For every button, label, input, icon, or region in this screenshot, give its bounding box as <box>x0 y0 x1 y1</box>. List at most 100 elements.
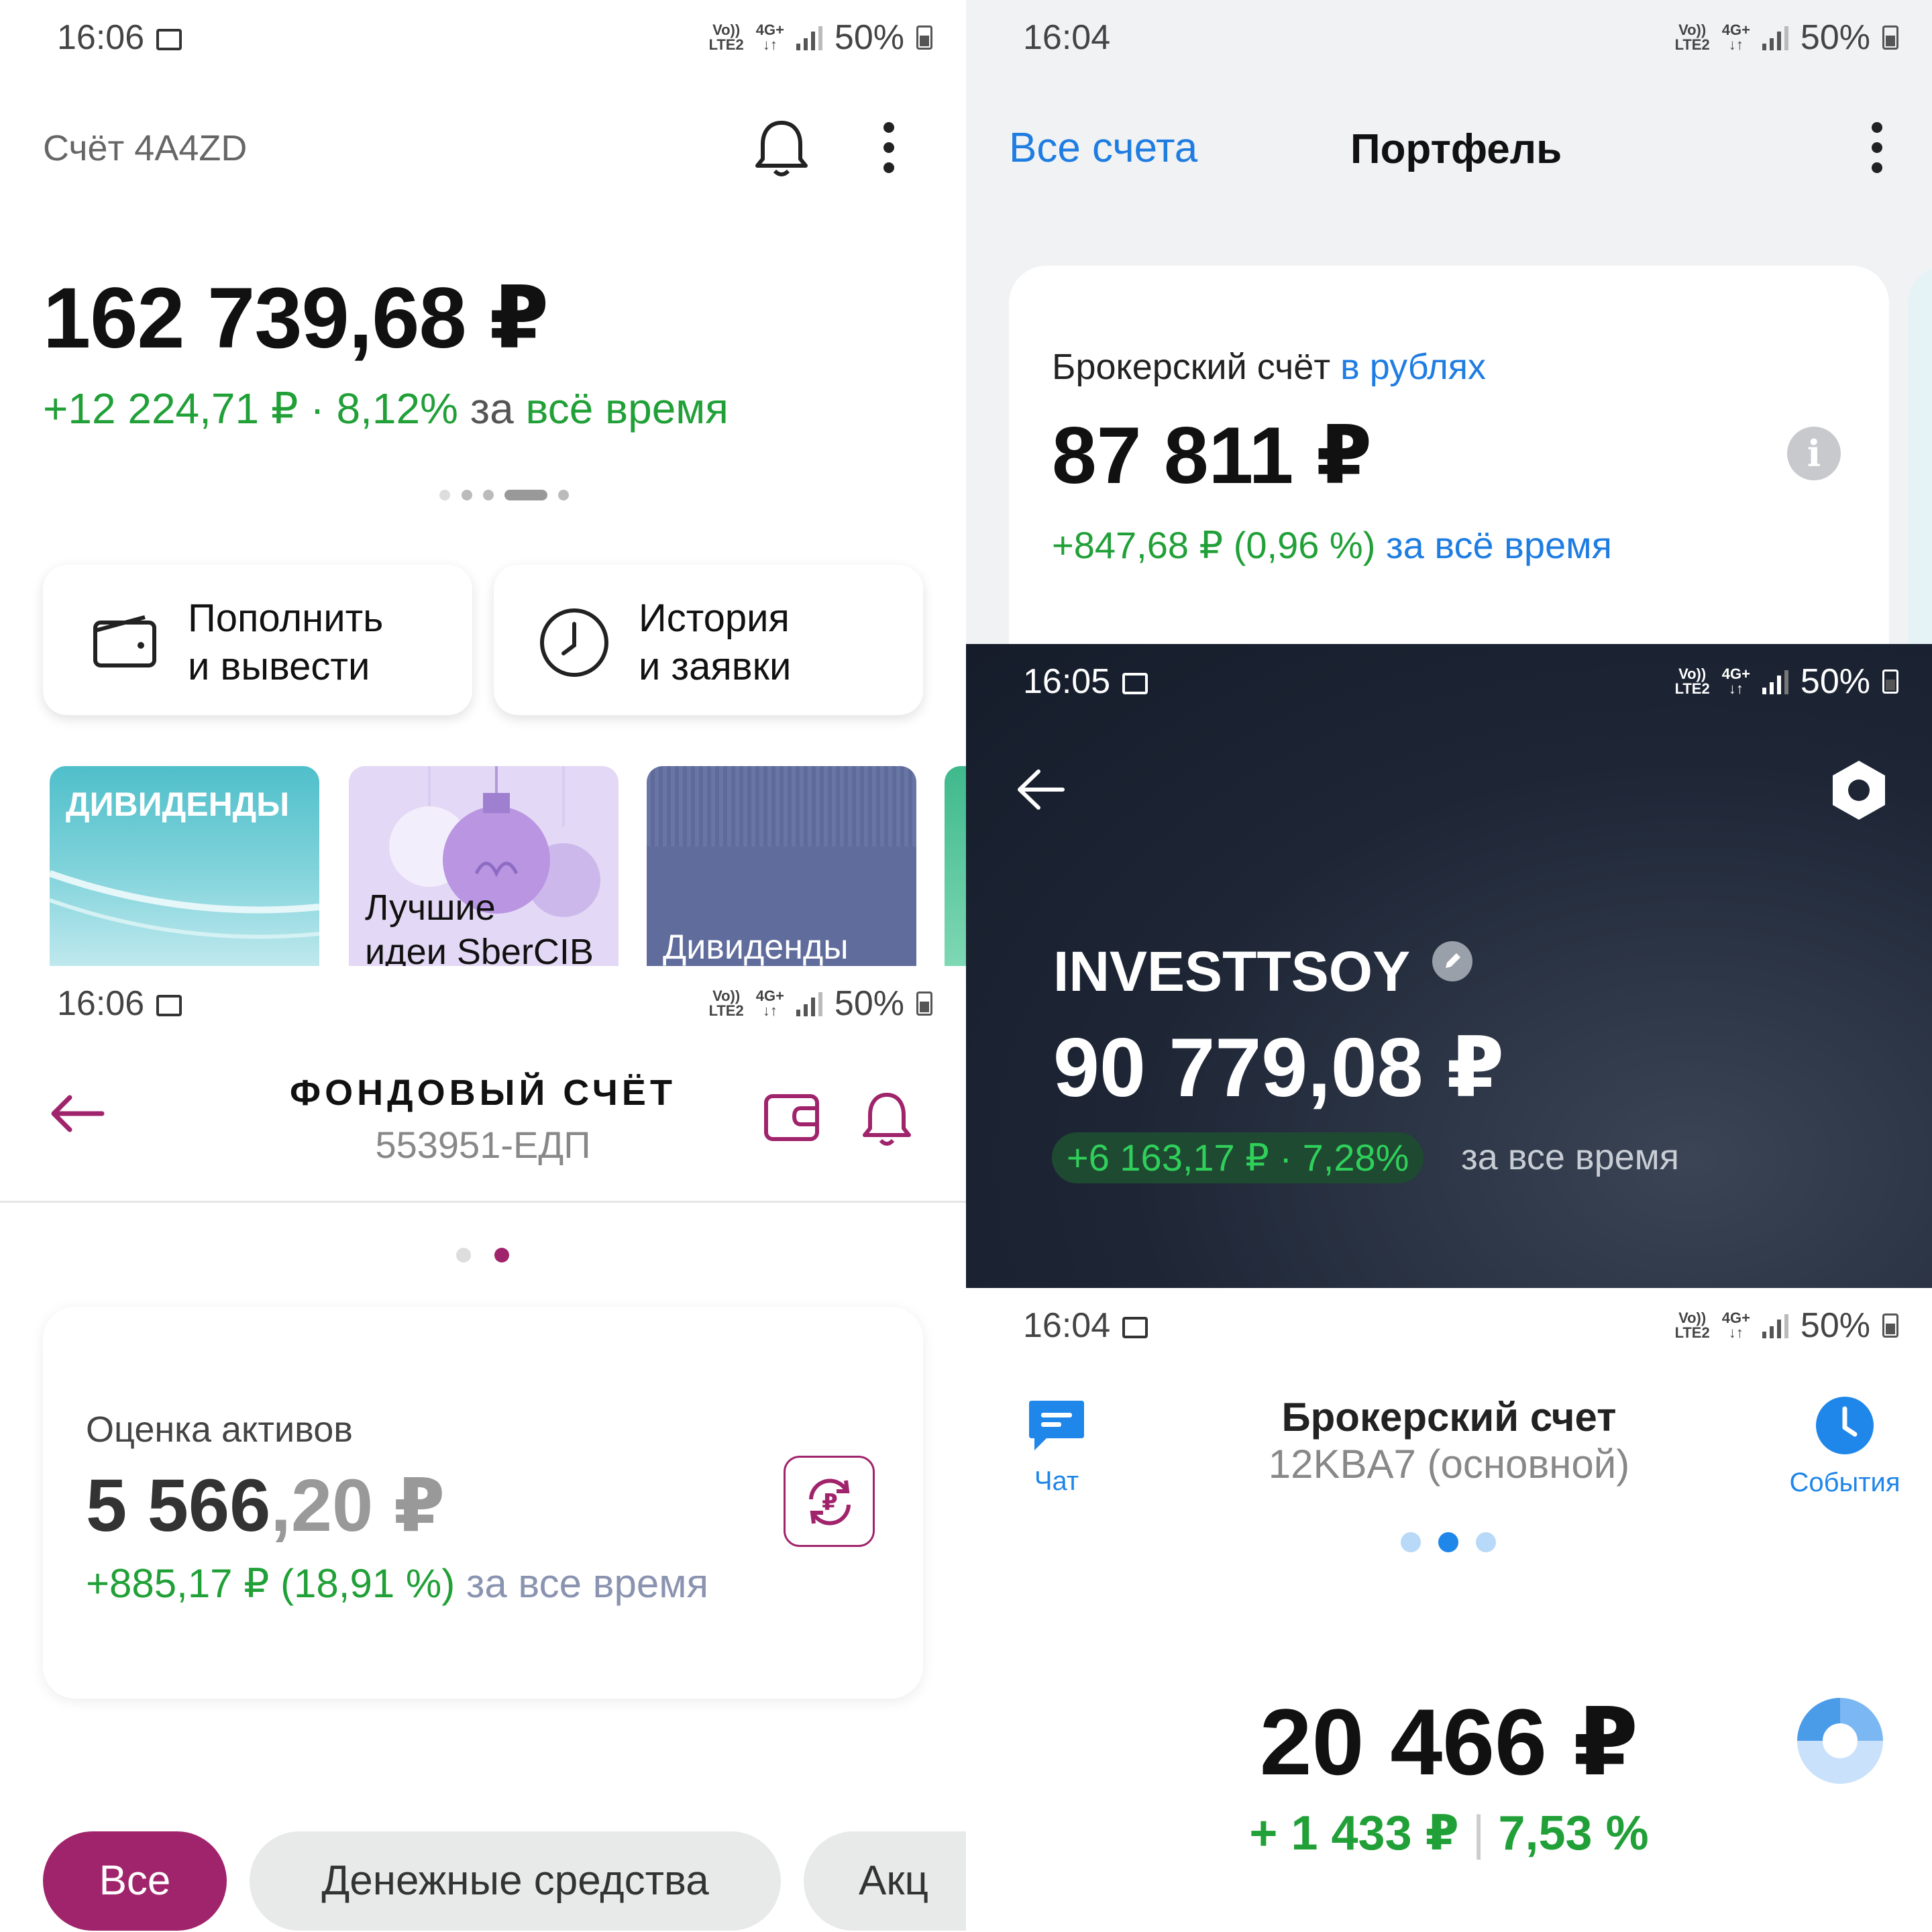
signal-icon <box>796 991 822 1016</box>
filter-chip-all[interactable]: Все <box>43 1831 227 1931</box>
change-separator: | <box>1472 1807 1485 1860</box>
volte-icon: Vo)) LTE2 <box>1674 1309 1710 1341</box>
chip-label: Акц <box>859 1858 928 1904</box>
change-abs: + 1 433 ₽ <box>1249 1807 1459 1860</box>
page-dot <box>462 490 472 500</box>
balance-change: +12 224,71 ₽ · 8,12% за всё время <box>43 384 729 434</box>
battery-percent: 50% <box>834 984 904 1023</box>
bell-icon[interactable] <box>755 117 808 178</box>
change-pct: 7,53 % <box>1498 1807 1649 1860</box>
story-best-ideas[interactable]: Лучшие идеи SberCIB <box>349 766 619 966</box>
network-4g-icon: 4G+ ↓↑ <box>1721 1309 1750 1341</box>
story-dividends-2[interactable]: Дивиденды <box>647 766 916 966</box>
wallet-icon[interactable] <box>763 1092 820 1143</box>
story-best-ideas-line2: идеи SberCIB <box>365 932 594 966</box>
story-partial[interactable] <box>945 766 966 966</box>
history-orders-button[interactable]: История и заявки <box>494 565 923 715</box>
signal-icon <box>796 25 822 50</box>
page-dot <box>483 490 494 500</box>
volte-icon: Vo)) LTE2 <box>1674 21 1710 53</box>
balance-int: 5 566 <box>86 1464 271 1547</box>
page-dot-active <box>504 490 547 500</box>
page-dot-active <box>494 1248 509 1263</box>
bell-icon[interactable] <box>862 1091 912 1147</box>
history-label-line2: и заявки <box>639 645 792 688</box>
status-time: 16:04 <box>1023 18 1111 57</box>
assets-label: Оценка активов <box>86 1409 353 1450</box>
info-icon[interactable]: i <box>1787 427 1841 480</box>
assets-balance: 5 566,20 ₽ <box>86 1462 445 1548</box>
currency-convert-button[interactable]: ₽ <box>784 1456 875 1547</box>
all-accounts-link[interactable]: Все счета <box>1009 124 1197 172</box>
story-dividends-2-label: Дивиденды <box>663 928 849 966</box>
portfolio-donut-icon[interactable] <box>1796 1697 1884 1784</box>
change-value: +12 224,71 ₽ · 8,12% <box>43 384 458 433</box>
signal-icon <box>1762 669 1788 694</box>
back-arrow-icon[interactable] <box>1016 766 1067 813</box>
page-dot <box>558 490 569 500</box>
more-vertical-icon[interactable] <box>1867 121 1887 174</box>
history-label-line1: История <box>639 596 790 640</box>
ruble-refresh-icon: ₽ <box>809 1479 851 1525</box>
story-dividends[interactable]: ДИВИДЕНДЫ <box>50 766 319 966</box>
story-dividends-label: ДИВИДЕНДЫ <box>66 786 290 823</box>
account-change: +6 163,17 ₽ · 7,28% <box>1067 1136 1409 1179</box>
filter-chip-stocks[interactable]: Акц <box>804 1831 966 1931</box>
battery-icon <box>1882 25 1898 50</box>
settings-hexagon-icon[interactable] <box>1829 758 1889 822</box>
deposit-label-line2: и вывести <box>188 645 370 688</box>
volte-icon: Vo)) LTE2 <box>1674 665 1710 697</box>
broker-account-card[interactable]: Брокерский счёт в рублях 87 811 ₽ i +847… <box>1009 266 1889 644</box>
events-button[interactable]: События <box>1778 1395 1912 1497</box>
account-change-row: + 1 433 ₽ | 7,53 % <box>966 1805 1932 1861</box>
card-change-row: +847,68 ₽ (0,96 %) за всё время <box>1052 523 1612 568</box>
more-vertical-icon[interactable] <box>879 121 899 174</box>
chip-label: Все <box>99 1858 171 1904</box>
page-title: ФОНДОВЫЙ СЧЁТ <box>290 1073 676 1113</box>
battery-percent: 50% <box>834 18 904 57</box>
edit-icon[interactable] <box>1431 940 1474 983</box>
deposit-withdraw-button[interactable]: Пополнить и вывести <box>43 565 472 715</box>
status-time: 16:04 <box>1023 1306 1111 1345</box>
panel-broker-account: 16:04 Vo)) LTE2 4G+ ↓↑ 50% Чат Брокерский … <box>966 1288 1932 1932</box>
account-balance: 90 779,08 ₽ <box>1053 1022 1505 1114</box>
battery-percent: 50% <box>1800 662 1870 701</box>
network-4g-icon: 4G+ ↓↑ <box>1721 21 1750 53</box>
events-label: События <box>1789 1468 1900 1497</box>
card-currency-link[interactable]: в рублях <box>1340 347 1486 387</box>
panel-sber-account: 16:06 Vo)) LTE2 4G+ ↓↑ 50% Счёт 4A4ZD 162 … <box>0 0 966 966</box>
story-waves <box>50 870 319 939</box>
page-dot <box>456 1248 471 1263</box>
filter-chip-cash[interactable]: Денежные средства <box>250 1831 781 1931</box>
battery-percent: 50% <box>1800 18 1870 57</box>
account-title[interactable]: Счёт 4A4ZD <box>43 127 247 169</box>
page-title: Портфель <box>1350 126 1562 172</box>
image-notification-icon <box>1122 1317 1148 1338</box>
balance-frac: ,20 ₽ <box>270 1464 445 1547</box>
clock-icon <box>540 608 608 677</box>
signal-icon <box>1762 1313 1788 1338</box>
panel-fund-account: 16:06 Vo)) LTE2 4G+ ↓↑ 50% ФОНДОВЫЙ СЧЁТ 5… <box>0 966 966 1932</box>
clock-icon <box>1816 1397 1874 1454</box>
status-bar: 16:05 Vo)) LTE2 4G+ ↓↑ 50% <box>966 644 1932 714</box>
card-period: за всё время <box>1385 524 1613 566</box>
account-change-badge: +6 163,17 ₽ · 7,28% <box>1052 1132 1424 1183</box>
wallet-icon <box>93 615 156 667</box>
next-card-peek[interactable] <box>1908 266 1932 644</box>
assets-change-row: +885,17 ₽ (18,91 %) за все время <box>86 1560 708 1607</box>
panel-dark-account: 16:05 Vo)) LTE2 4G+ ↓↑ 50% INVESTTSOY 90 7… <box>966 644 1932 1288</box>
story-best-ideas-line1: Лучшие <box>365 888 496 928</box>
page-dot-active <box>1438 1532 1458 1552</box>
card-label: Брокерский счёт <box>1052 347 1331 387</box>
change-period: всё время <box>525 384 729 433</box>
total-balance: 162 739,68 ₽ <box>43 270 549 366</box>
image-notification-icon <box>156 995 182 1016</box>
card-label-row: Брокерский счёт в рублях <box>1052 346 1486 388</box>
page-dot <box>1401 1532 1421 1552</box>
assets-change: +885,17 ₽ (18,91 %) <box>86 1561 455 1606</box>
image-notification-icon <box>156 29 182 50</box>
volte-icon: Vo)) LTE2 <box>708 21 744 53</box>
network-4g-icon: 4G+ ↓↑ <box>755 987 784 1019</box>
chip-label: Денежные средства <box>321 1858 709 1904</box>
panel-portfolio: 16:04 Vo)) LTE2 4G+ ↓↑ 50% Все счета Портф… <box>966 0 1932 644</box>
